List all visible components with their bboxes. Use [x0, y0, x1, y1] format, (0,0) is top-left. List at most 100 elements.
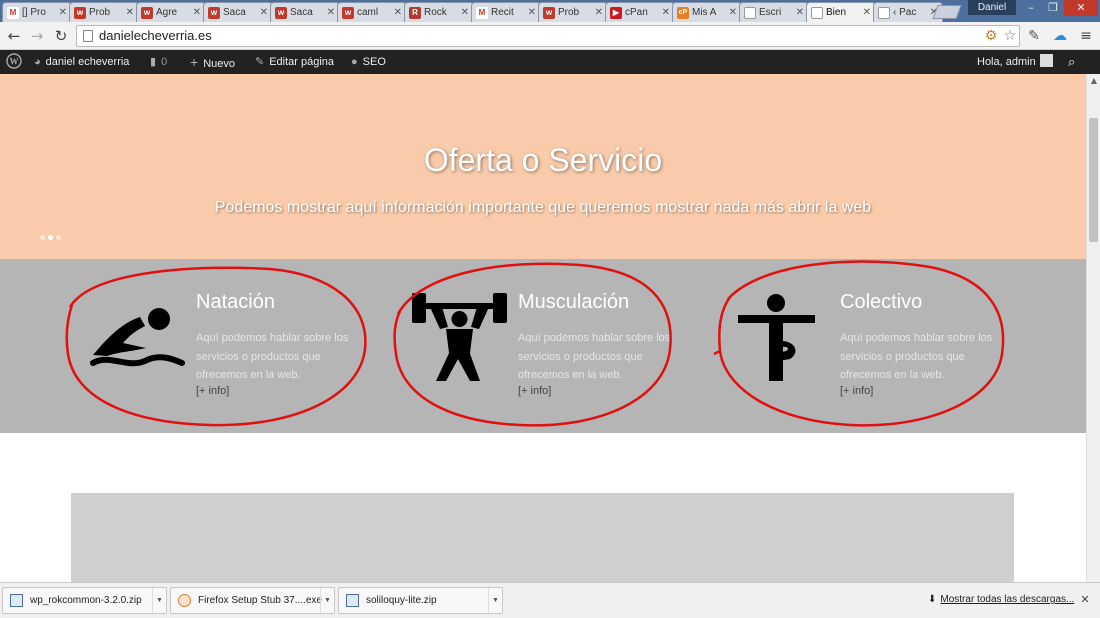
- wix-icon: w: [543, 6, 555, 19]
- wix-icon: w: [208, 6, 220, 19]
- close-icon[interactable]: ✕: [126, 7, 134, 18]
- close-icon[interactable]: ✕: [528, 7, 536, 18]
- yoga-icon: [738, 294, 815, 381]
- show-all-downloads-link[interactable]: ⬇ Mostrar todas las descargas...: [928, 583, 1074, 617]
- browser-tab-strip: M[] Pro ✕ w Prob ✕ w Agre ✕ w Saca ✕ w Saca ✕ w ca…: [0, 0, 1100, 22]
- close-icon[interactable]: ✕: [461, 7, 469, 18]
- download-item[interactable]: soliloquy-lite.zip ▼: [338, 587, 503, 614]
- close-icon[interactable]: ✕: [729, 7, 737, 18]
- chevron-down-icon[interactable]: ▼: [488, 588, 502, 613]
- close-icon[interactable]: ✕: [863, 7, 871, 18]
- chevron-down-icon[interactable]: ▼: [152, 588, 166, 613]
- browser-tab[interactable]: w Prob ✕: [69, 2, 139, 22]
- service-more-info-link[interactable]: [+ info]: [196, 385, 229, 397]
- close-icon[interactable]: ✕: [1078, 583, 1092, 617]
- download-arrow-icon: ⬇: [928, 594, 937, 605]
- scroll-up-icon[interactable]: ▲: [1087, 74, 1100, 88]
- hero-slider: Oferta o Servicio Podemos mostrar aquí i…: [0, 74, 1086, 259]
- new-content-link[interactable]: + Nuevo: [190, 50, 235, 74]
- window-close-icon[interactable]: ✕: [1064, 0, 1098, 16]
- hero-title: Oferta o Servicio: [423, 142, 663, 178]
- service-colectivo: Colectivo Aquí podemos hablar sobre los …: [714, 259, 1034, 433]
- wix-icon: w: [275, 6, 287, 19]
- zip-file-icon: [346, 594, 359, 607]
- page-scrollbar[interactable]: ▲: [1086, 74, 1100, 582]
- extension-icon[interactable]: ✎: [1024, 26, 1044, 46]
- page-icon: [811, 6, 823, 19]
- slider-pagination: [40, 235, 61, 240]
- translate-icon[interactable]: ⚙: [981, 26, 1001, 46]
- browser-tab[interactable]: ▶ cPan ✕: [605, 2, 675, 22]
- new-tab-button[interactable]: [932, 5, 962, 19]
- search-icon[interactable]: ⌕: [1068, 50, 1075, 74]
- menu-icon[interactable]: ≡: [1076, 26, 1096, 46]
- cpanel-icon: cP: [677, 6, 689, 19]
- browser-tab[interactable]: R Rock ✕: [404, 2, 474, 22]
- reload-icon[interactable]: ↻: [51, 26, 71, 46]
- service-musculacion: Musculación Aquí podemos hablar sobre lo…: [392, 259, 712, 433]
- browser-tab[interactable]: M[] Pro ✕: [2, 2, 72, 22]
- scrollbar-thumb[interactable]: [1089, 118, 1098, 242]
- browser-tab-active[interactable]: Bien ✕: [806, 2, 876, 22]
- browser-tab[interactable]: ‹ Pac✕: [873, 2, 943, 22]
- browser-tab[interactable]: w Saca ✕: [270, 2, 340, 22]
- hero-subtitle: Podemos mostrar aquí información importa…: [214, 199, 872, 216]
- service-description: Aquí podemos hablar sobre los servicios …: [518, 332, 671, 381]
- browser-tab[interactable]: w Saca ✕: [203, 2, 273, 22]
- bookmark-star-icon[interactable]: ☆: [1000, 26, 1020, 46]
- browser-tab[interactable]: w Agre ✕: [136, 2, 206, 22]
- seo-link[interactable]: ● SEO: [351, 50, 386, 74]
- youtube-icon: ▶: [610, 6, 622, 19]
- download-bar: wp_rokcommon-3.2.0.zip ▼ Firefox Setup S…: [0, 582, 1100, 618]
- download-item[interactable]: Firefox Setup Stub 37....exe ▼: [170, 587, 335, 614]
- close-icon[interactable]: ✕: [193, 7, 201, 18]
- firefox-installer-icon: [178, 594, 191, 607]
- dashboard-icon: ◕: [34, 56, 41, 68]
- browser-tab[interactable]: Escri ✕: [739, 2, 809, 22]
- wordpress-logo-icon[interactable]: W: [6, 50, 22, 74]
- download-item[interactable]: wp_rokcommon-3.2.0.zip ▼: [2, 587, 167, 614]
- seo-status-icon: ●: [351, 56, 358, 68]
- rocket-icon: R: [409, 6, 421, 19]
- service-title: Musculación: [518, 291, 630, 313]
- url-text: danielecheverria.es: [99, 28, 212, 43]
- service-description: Aquí podemos hablar sobre los servicios …: [196, 332, 349, 381]
- close-icon[interactable]: ✕: [327, 7, 335, 18]
- chevron-down-icon[interactable]: ▼: [320, 588, 334, 613]
- site-name-link[interactable]: ◕ daniel echeverria: [34, 50, 129, 74]
- forward-icon[interactable]: →: [27, 26, 47, 46]
- pencil-icon: ✎: [255, 56, 265, 68]
- close-icon[interactable]: ✕: [662, 7, 670, 18]
- close-icon[interactable]: ✕: [595, 7, 603, 18]
- comments-link[interactable]: ▮ 0: [150, 50, 167, 74]
- browser-toolbar: ← → ↻ danielecheverria.es ⚙ ☆ ✎ ☁ ≡: [0, 22, 1100, 50]
- close-icon[interactable]: ✕: [59, 7, 67, 18]
- edit-page-link[interactable]: ✎ Editar página: [255, 50, 334, 74]
- browser-tab[interactable]: w caml ✕: [337, 2, 407, 22]
- back-icon[interactable]: ←: [4, 26, 24, 46]
- slider-dot-active[interactable]: [48, 235, 53, 240]
- browser-tab[interactable]: w Prob ✕: [538, 2, 608, 22]
- service-more-info-link[interactable]: [+ info]: [840, 385, 873, 397]
- restore-icon[interactable]: ❐: [1042, 0, 1064, 16]
- wix-icon: w: [74, 6, 86, 19]
- swimmer-icon: [90, 308, 185, 367]
- account-menu[interactable]: Hola, admin: [977, 50, 1053, 74]
- browser-tab[interactable]: cP Mis A ✕: [672, 2, 742, 22]
- close-icon[interactable]: ✕: [796, 7, 804, 18]
- page-icon: [878, 6, 890, 19]
- profile-name[interactable]: Daniel: [968, 0, 1016, 15]
- wix-icon: w: [342, 6, 354, 19]
- avatar: [1039, 54, 1053, 67]
- svg-text:W: W: [10, 57, 19, 67]
- minimize-icon[interactable]: –: [1020, 0, 1042, 16]
- close-icon[interactable]: ✕: [260, 7, 268, 18]
- cloud-icon[interactable]: ☁: [1050, 26, 1070, 46]
- address-bar[interactable]: danielecheverria.es: [76, 25, 1020, 47]
- close-icon[interactable]: ✕: [394, 7, 402, 18]
- browser-tab[interactable]: M Recit ✕: [471, 2, 541, 22]
- content-placeholder: [71, 493, 1014, 582]
- slider-dot[interactable]: [40, 235, 45, 240]
- slider-dot[interactable]: [56, 235, 61, 240]
- service-more-info-link[interactable]: [+ info]: [518, 385, 551, 397]
